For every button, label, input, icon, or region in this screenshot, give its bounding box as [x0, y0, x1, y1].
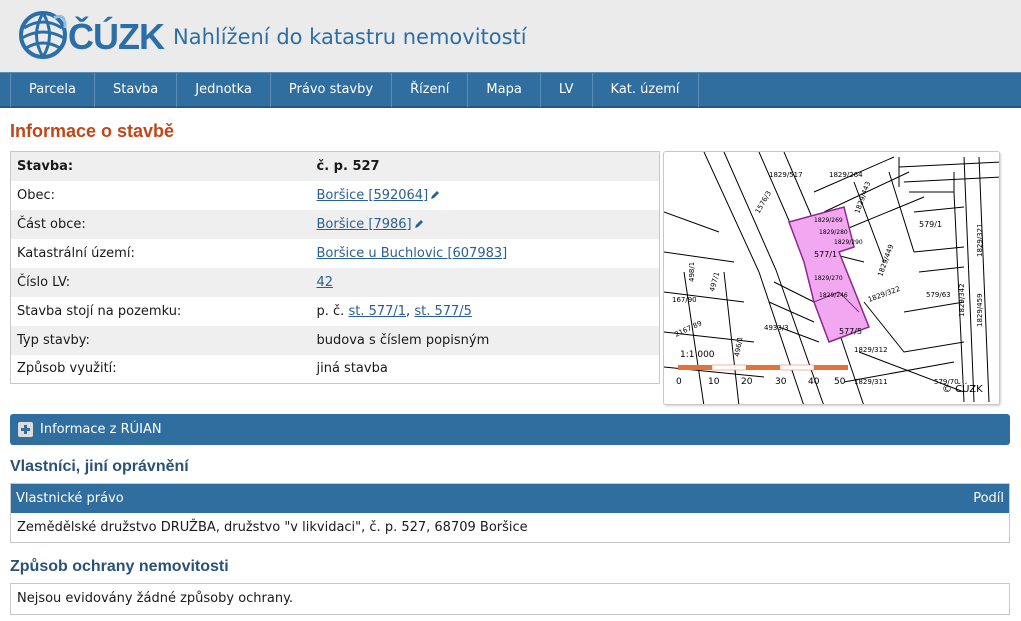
pencil-icon[interactable]	[414, 219, 424, 229]
nav-rizeni[interactable]: Řízení	[391, 73, 467, 107]
page-title: Informace o stavbě	[10, 121, 175, 141]
protection-text: Nejsou evidovány žádné způsoby ochrany.	[10, 583, 1010, 615]
table-row: Způsob využití: jiná stavba	[10, 354, 660, 384]
nav-jednotka[interactable]: Jednotka	[176, 73, 270, 107]
parcel-label: 1829/342	[958, 283, 966, 317]
nav-lv[interactable]: LV	[539, 73, 592, 107]
owners-table: Vlastnické právo Podíl Zemědělské družst…	[10, 483, 1010, 543]
parcel-label: 1829/321	[976, 223, 984, 257]
col-ownership-right: Vlastnické právo	[16, 491, 124, 506]
parcel-label: 1829/459	[976, 293, 984, 327]
parcel-label: 1829/269	[814, 217, 843, 224]
parcel-label: 1829/311	[854, 378, 888, 386]
parcel-prefix: p. č.	[316, 303, 345, 319]
nav-stavba[interactable]: Stavba	[94, 73, 176, 107]
row-value: p. č. st. 577/1, st. 577/5	[311, 297, 660, 326]
table-row: Obec: Boršice [592064]	[10, 180, 660, 210]
parcel-label: 4933/3	[764, 324, 789, 332]
row-label: Část obce:	[17, 216, 86, 232]
cadastral-map-preview[interactable]: 1829/264 1829/443 579/1 577/1 577/5 579/…	[663, 151, 1000, 405]
cislo-lv-link[interactable]: 42	[317, 275, 334, 290]
parcel-label: 167/90	[672, 296, 697, 304]
scale-tick: 0	[676, 377, 682, 387]
app-title: Nahlížení do katastru nemovitostí	[173, 25, 527, 49]
table-row: Zemědělské družstvo DRUŽBA, družstvo "v …	[11, 513, 1009, 542]
row-label: Stavba stojí na pozemku:	[17, 303, 182, 319]
parcel-label: 579/1	[919, 220, 942, 229]
scale-tick: 50	[834, 377, 846, 387]
scale-label: 1:1 000	[680, 350, 715, 360]
scale-tick: 10	[708, 377, 720, 387]
row-value: č. p. 527	[316, 158, 380, 174]
row-label: Stavba:	[17, 158, 74, 174]
main-nav: Parcela Stavba Jednotka Právo stavby Říz…	[0, 72, 1021, 108]
row-value: Boršice [592064]	[311, 181, 660, 210]
row-label: Číslo LV:	[17, 274, 71, 290]
ruian-info-toggle[interactable]: Informace z RÚIAN	[10, 414, 1010, 445]
parcel-label: 1829/270	[814, 275, 843, 282]
parcel-label: 579/63	[926, 291, 951, 299]
table-row: Část obce: Boršice [7986]	[10, 209, 660, 239]
col-share: Podíl	[973, 491, 1004, 506]
globe-icon	[19, 11, 67, 59]
table-row: Katastrální území: Boršice u Buchlovic […	[10, 238, 660, 268]
table-row: Typ stavby: budova s číslem popisným	[10, 325, 660, 355]
nav-mapa[interactable]: Mapa	[467, 73, 539, 107]
parcel-label: 498/1	[688, 262, 696, 282]
row-value: jiná stavba	[316, 361, 388, 377]
cadastral-map[interactable]: 1829/264 1829/443 579/1 577/1 577/5 579/…	[664, 152, 1000, 405]
nav-kat-uzemi[interactable]: Kat. území	[591, 73, 699, 107]
parcel-label: 1829/517	[769, 171, 803, 179]
row-label: Obec:	[17, 187, 56, 203]
parcel-link-1[interactable]: st. 577/1	[348, 304, 406, 319]
parcel-label: 1829/264	[829, 171, 863, 179]
owners-section-title: Vlastníci, jiní oprávnění	[10, 458, 189, 475]
logo-text: ČÚZK	[68, 16, 165, 57]
table-row: Stavba stojí na pozemku: p. č. st. 577/1…	[10, 296, 660, 326]
plus-icon[interactable]	[18, 422, 33, 437]
parcel-label: 1829/280	[819, 229, 848, 236]
nav-parcela[interactable]: Parcela	[10, 73, 94, 107]
row-value: Boršice u Buchlovic [607983]	[311, 239, 660, 268]
ruian-label: Informace z RÚIAN	[40, 422, 162, 437]
row-value: 42	[311, 268, 660, 297]
cast-obce-link[interactable]: Boršice [7986]	[317, 217, 412, 232]
katastralni-uzemi-link[interactable]: Boršice u Buchlovic [607983]	[317, 246, 508, 261]
map-copyright: © ČÚZK	[942, 382, 983, 395]
parcel-label: 1829/312	[854, 346, 888, 354]
scale-tick: 40	[808, 377, 820, 387]
parcel-label: 1829/290	[834, 239, 863, 246]
parcel-link-2[interactable]: st. 577/5	[414, 304, 472, 319]
row-label: Způsob využití:	[17, 361, 117, 377]
row-label: Katastrální území:	[17, 245, 135, 261]
scale-tick: 30	[775, 377, 787, 387]
parcel-label: 577/1	[814, 250, 837, 259]
parcel-label: 577/5	[839, 327, 862, 336]
cuzk-logo[interactable]: ČÚZK	[18, 6, 165, 64]
table-row: Stavba: č. p. 527	[10, 151, 660, 181]
protection-section-title: Způsob ochrany nemovitosti	[10, 558, 229, 575]
row-value: budova s číslem popisným	[316, 332, 490, 348]
nav-pravo-stavby[interactable]: Právo stavby	[269, 73, 391, 107]
pencil-icon[interactable]	[430, 190, 440, 200]
table-row: Číslo LV: 42	[10, 267, 660, 297]
header: ČÚZK Nahlížení do katastru nemovitostí	[0, 0, 1021, 72]
parcel-separator: ,	[406, 303, 411, 319]
row-label: Typ stavby:	[17, 332, 90, 348]
scale-tick: 20	[741, 377, 753, 387]
building-info-table: Stavba: č. p. 527 Obec: Boršice [592064]…	[10, 151, 660, 384]
row-value: Boršice [7986]	[311, 210, 660, 239]
parcel-label: 1829/246	[819, 292, 848, 299]
obec-link[interactable]: Boršice [592064]	[317, 188, 429, 203]
owners-table-header: Vlastnické právo Podíl	[11, 484, 1009, 513]
